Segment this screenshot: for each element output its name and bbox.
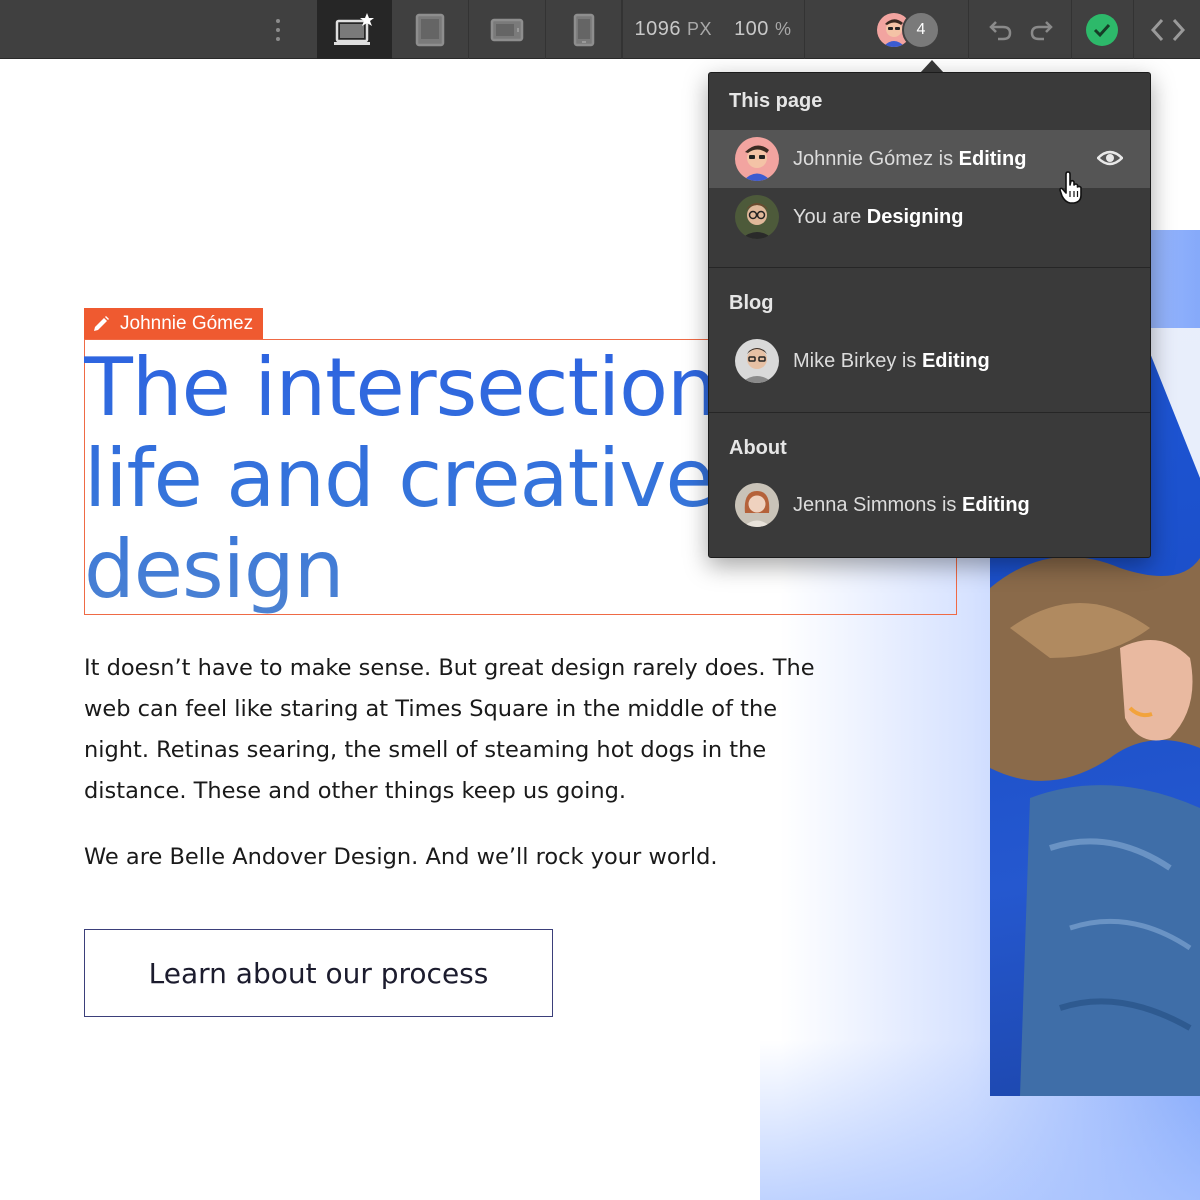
check-icon [1086, 13, 1118, 46]
editor-presence-tag: Johnnie Gómez [84, 308, 264, 339]
collaborators-button[interactable]: 4 [870, 0, 950, 59]
paragraph-line: distance. These and other things keep us… [84, 778, 627, 804]
divider [709, 412, 1150, 413]
paragraph-line: web can feel like staring at Times Squar… [84, 696, 778, 722]
tagline-paragraph[interactable]: We are Belle Andover Design. And we’ll r… [84, 837, 904, 878]
user-connector: are [832, 205, 862, 228]
user-connector: is [938, 147, 954, 170]
zoom-value: 100 [734, 18, 769, 40]
user-activity: Editing [958, 147, 1027, 170]
section-heading-this-page: This page [729, 90, 823, 112]
pointer-hand-icon [1059, 171, 1082, 204]
redo-button[interactable] [1022, 0, 1060, 59]
breakpoint-mobile-portrait-button[interactable] [546, 0, 622, 59]
width-unit: PX [687, 19, 713, 39]
desktop-star-icon [333, 12, 374, 45]
section-heading-about: About [729, 437, 787, 459]
body-paragraph[interactable]: It doesn’t have to make sense. But great… [84, 648, 904, 812]
learn-process-button[interactable]: Learn about our process [84, 929, 553, 1017]
canvas-size-readout[interactable]: 1096 PX 100 % [622, 0, 804, 59]
paragraph-line: night. Retinas searing, the smell of ste… [84, 737, 767, 763]
undo-icon [989, 20, 1012, 40]
collaborator-count-badge: 4 [902, 11, 940, 49]
pencil-icon [94, 315, 109, 331]
mobile-landscape-icon [490, 18, 524, 41]
paragraph-line: It doesn’t have to make sense. But great… [84, 655, 815, 681]
user-name: Jenna Simmons [793, 493, 937, 516]
more-vertical-icon[interactable] [258, 0, 298, 59]
designer-toolbar: 1096 PX 100 % 4 [0, 0, 1200, 59]
redo-icon [1030, 20, 1053, 40]
tablet-icon [415, 13, 445, 46]
divider [709, 267, 1150, 268]
user-activity: Editing [921, 349, 990, 372]
section-heading-blog: Blog [729, 292, 774, 314]
eye-icon[interactable] [1097, 148, 1123, 168]
user-name: Mike Birkey [793, 349, 897, 372]
mobile-portrait-icon [573, 13, 595, 46]
avatar [735, 339, 779, 383]
user-row-jenna[interactable]: Jenna Simmons is Editing [709, 476, 1150, 534]
user-activity: Designing [866, 205, 964, 228]
code-export-button[interactable] [1135, 0, 1200, 59]
breakpoint-desktop-button[interactable] [317, 0, 392, 59]
breakpoint-mobile-landscape-button[interactable] [469, 0, 545, 59]
user-status-text: Jenna Simmons is Editing [793, 494, 1030, 517]
code-icon [1150, 18, 1185, 41]
user-row-mike[interactable]: Mike Birkey is Editing [709, 332, 1150, 390]
user-name: Johnnie Gómez [793, 147, 934, 170]
publish-status-button[interactable] [1073, 0, 1131, 59]
user-connector: is [941, 493, 957, 516]
avatar [735, 195, 779, 239]
editor-name: Johnnie Gómez [120, 312, 254, 334]
avatar [735, 483, 779, 527]
user-activity: Editing [961, 493, 1030, 516]
user-name: You [793, 205, 827, 228]
undo-button[interactable] [982, 0, 1020, 59]
width-value: 1096 [634, 18, 682, 40]
collaborators-dropdown: This page Johnnie Gómez is Editing You a… [708, 72, 1151, 558]
user-status-text: Johnnie Gómez is Editing [793, 148, 1026, 171]
avatar [735, 137, 779, 181]
user-connector: is [901, 349, 917, 372]
breakpoint-tablet-button[interactable] [392, 0, 468, 59]
zoom-unit: % [774, 19, 792, 39]
user-status-text: Mike Birkey is Editing [793, 350, 990, 373]
user-status-text: You are Designing [793, 206, 963, 229]
